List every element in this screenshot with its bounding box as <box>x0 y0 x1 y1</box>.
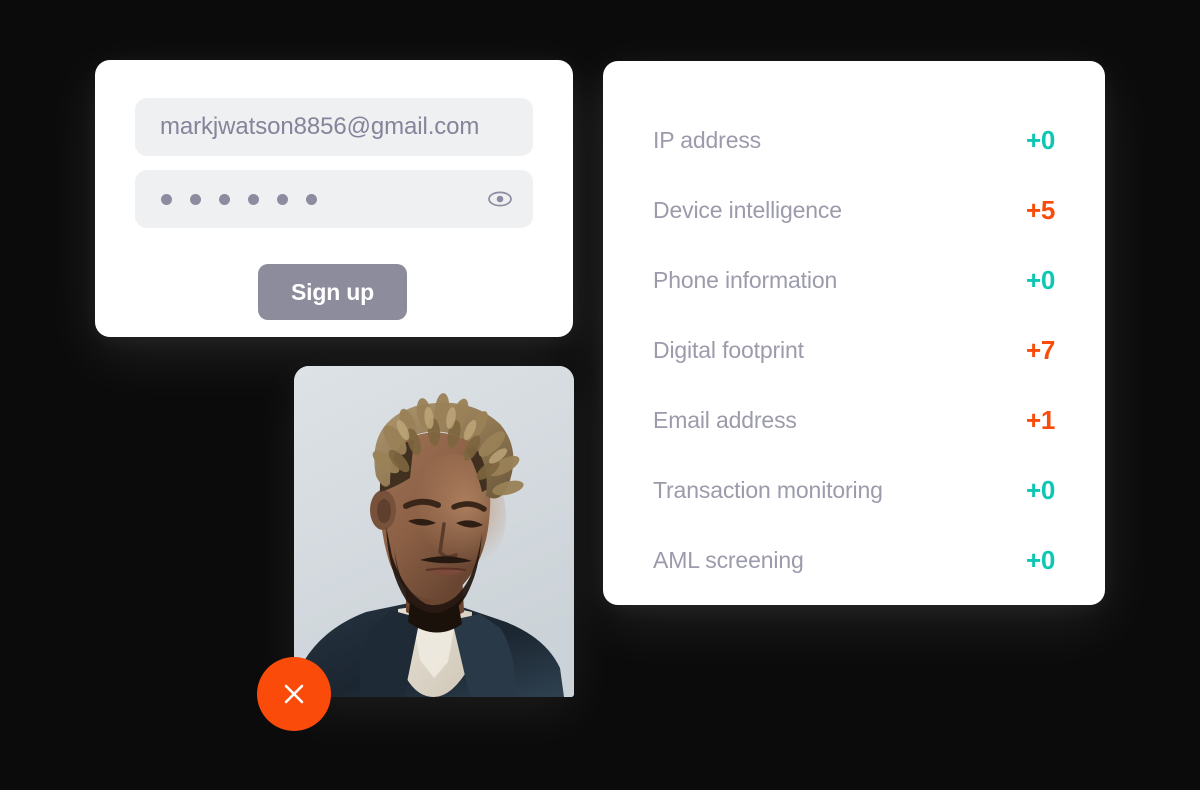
email-input-value[interactable]: markjwatson8856@gmail.com <box>160 98 479 156</box>
risk-row: Device intelligence +5 <box>653 175 1055 245</box>
risk-label: IP address <box>653 126 762 153</box>
risk-score: +5 <box>1025 194 1055 225</box>
password-field[interactable] <box>135 170 533 228</box>
risk-signal-list: IP address +0 Device intelligence +5 Pho… <box>653 105 1055 595</box>
risk-label: Digital footprint <box>653 336 804 363</box>
risk-label: Transaction monitoring <box>653 476 883 503</box>
risk-row: Transaction monitoring +0 <box>653 455 1055 525</box>
password-masked-value[interactable] <box>161 170 317 228</box>
close-x-icon <box>284 684 304 704</box>
risk-label: Email address <box>653 406 797 433</box>
signup-card: markjwatson8856@gmail.com Sign up <box>95 60 573 337</box>
risk-label: AML screening <box>653 546 804 573</box>
password-dot <box>306 193 317 205</box>
risk-row: IP address +0 <box>653 105 1055 175</box>
risk-signal-panel: IP address +0 Device intelligence +5 Pho… <box>603 61 1105 605</box>
password-dot <box>248 193 259 205</box>
risk-score: +0 <box>1025 264 1055 295</box>
password-dot <box>219 193 230 205</box>
password-dot <box>190 193 201 205</box>
password-dot <box>161 193 172 205</box>
identity-photo-card <box>294 366 574 697</box>
risk-label: Phone information <box>653 266 838 293</box>
risk-score: +7 <box>1025 334 1055 365</box>
eye-icon[interactable] <box>485 184 515 214</box>
risk-score: +0 <box>1025 124 1055 155</box>
password-dot <box>277 193 288 205</box>
screenshot-stage: markjwatson8856@gmail.com Sign up IP add… <box>0 0 1200 790</box>
risk-score: +1 <box>1025 404 1055 435</box>
risk-row: Email address +1 <box>653 385 1055 455</box>
email-field[interactable]: markjwatson8856@gmail.com <box>135 98 533 156</box>
risk-score: +0 <box>1025 544 1055 575</box>
reject-badge[interactable] <box>257 657 331 731</box>
risk-row: AML screening +0 <box>653 525 1055 595</box>
sign-up-button[interactable]: Sign up <box>258 264 407 320</box>
applicant-portrait <box>294 366 574 697</box>
risk-row: Phone information +0 <box>653 245 1055 315</box>
risk-score: +0 <box>1025 474 1055 505</box>
risk-label: Device intelligence <box>653 196 842 223</box>
risk-row: Digital footprint +7 <box>653 315 1055 385</box>
